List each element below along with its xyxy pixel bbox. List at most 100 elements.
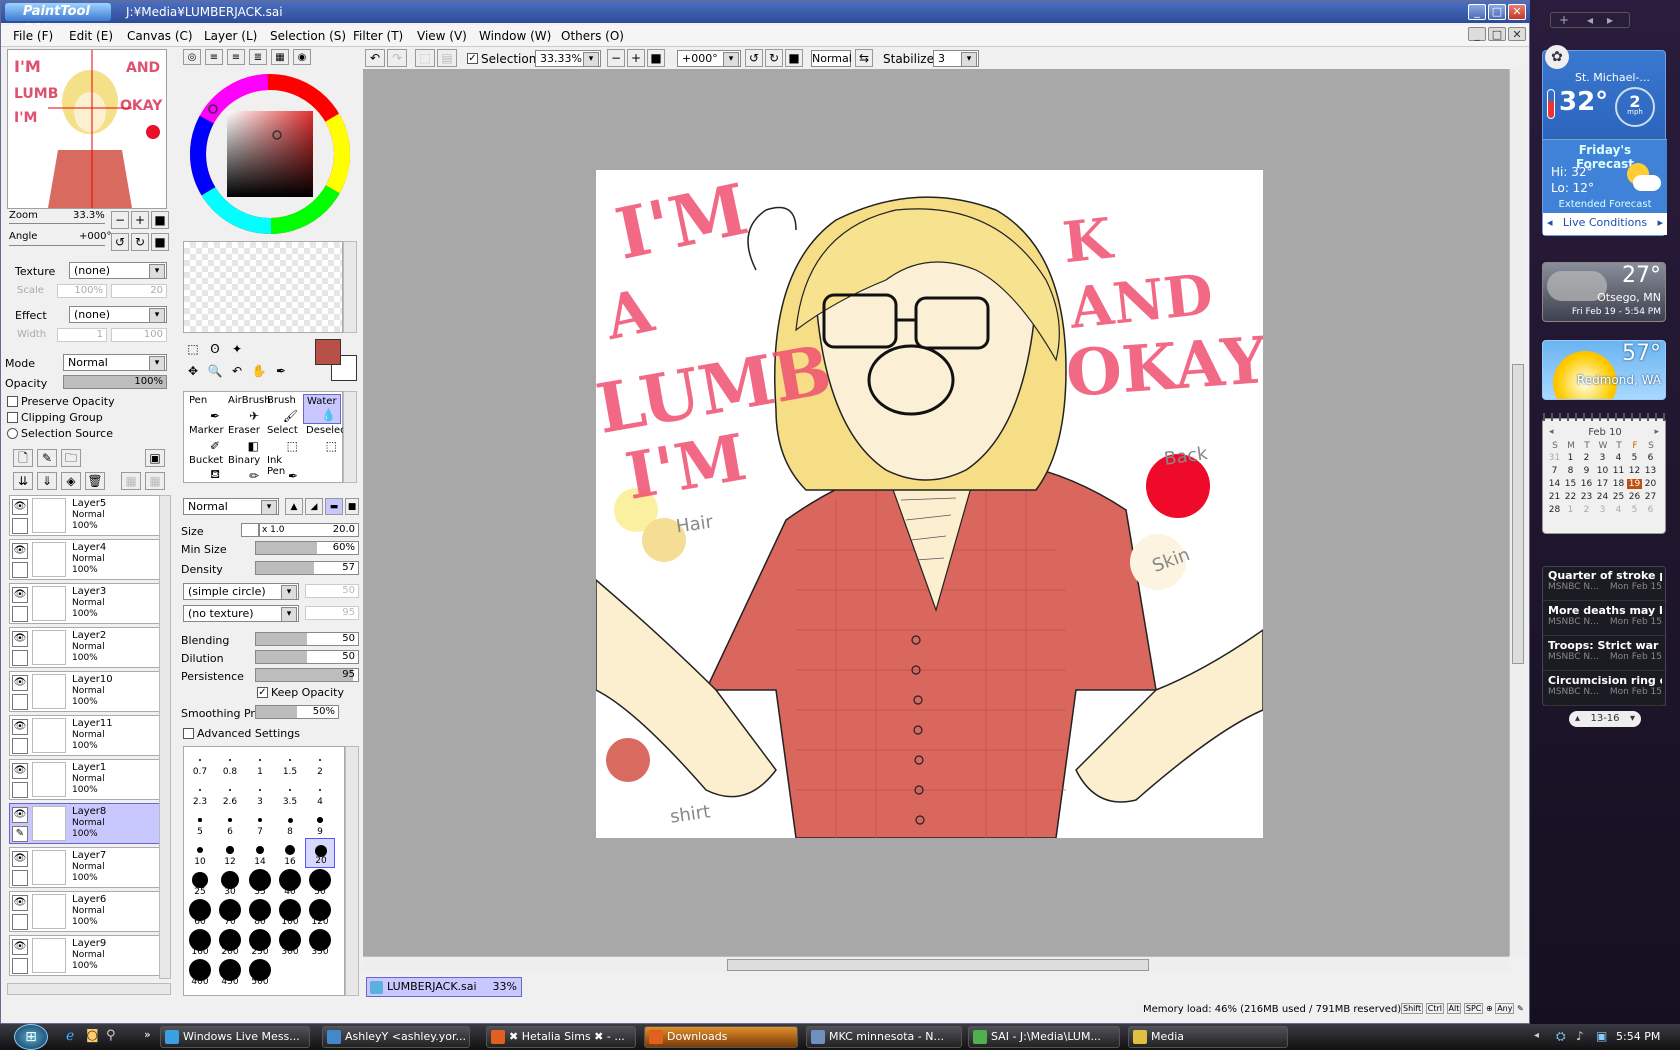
cal-next-icon[interactable]: ▸	[1654, 427, 1659, 437]
add-gadget-icon[interactable]: +	[1559, 13, 1569, 27]
cal-day[interactable]: 4	[1611, 505, 1626, 515]
cal-day[interactable]: 17	[1595, 479, 1610, 489]
cal-day[interactable]: 25	[1611, 492, 1626, 502]
tool-eraser[interactable]: Eraser ◧	[225, 424, 263, 454]
start-button[interactable]: ⊞	[14, 1024, 48, 1050]
scratchpad-scrollbar[interactable]	[343, 241, 357, 333]
layer-list-hscrollbar[interactable]	[7, 983, 171, 995]
brush-size-cell[interactable]: 2	[305, 748, 335, 778]
taskbar-item[interactable]: Media	[1128, 1026, 1288, 1048]
brush-shape-2[interactable]: ◢	[305, 498, 323, 515]
rotate-icon[interactable]: ↶	[227, 363, 247, 381]
news-item[interactable]: More deaths may be... MSNBC N... Mon Feb …	[1543, 602, 1667, 636]
brush-size-scrollbar[interactable]	[345, 746, 359, 996]
brush-size-cell[interactable]: 80	[245, 898, 275, 928]
taskbar-item[interactable]: Windows Live Mess...	[160, 1026, 310, 1048]
cal-day[interactable]: 11	[1611, 466, 1626, 476]
layer-lock-icon[interactable]	[12, 562, 28, 578]
eye-icon[interactable]: 👁	[12, 763, 28, 779]
scale-slider[interactable]: 100%	[57, 284, 107, 298]
layer-row[interactable]: 👁 Layer2 Normal 100%	[9, 627, 161, 668]
cal-day[interactable]: 31	[1547, 453, 1562, 463]
tool-bucket[interactable]: Bucket ⛾	[186, 454, 224, 484]
layer-lock-icon[interactable]	[12, 694, 28, 710]
layer-row[interactable]: 👁 Layer7 Normal 100%	[9, 847, 161, 888]
eye-icon[interactable]: 👁	[12, 543, 28, 559]
drawing-paper[interactable]: I'M A LUMB I'M K AND OKAY Hair Back Skin…	[596, 170, 1263, 838]
rgb-slider-tab[interactable]: ≡	[205, 49, 223, 65]
rotate-right-button[interactable]: ↻	[131, 233, 149, 251]
brush-size-cell[interactable]: 3.5	[275, 778, 305, 808]
canvas-vscrollbar[interactable]	[1509, 69, 1525, 956]
eye-icon[interactable]: 👁	[12, 807, 28, 823]
tool-grid-scrollbar[interactable]	[343, 391, 357, 483]
layer-row[interactable]: 👁 Layer6 Normal 100%	[9, 891, 161, 932]
layer-lock-icon[interactable]	[12, 650, 28, 666]
effect-dropdown[interactable]: (none)	[69, 306, 167, 323]
selection-checkbox[interactable]: ✓	[467, 53, 478, 64]
texture-dropdown[interactable]: (none)	[69, 262, 167, 279]
layer-row[interactable]: 👁 Layer4 Normal 100%	[9, 539, 161, 580]
cal-day[interactable]: 5	[1627, 453, 1642, 463]
maximize-button[interactable]: □	[1488, 4, 1506, 20]
cal-day[interactable]: 8	[1563, 466, 1578, 476]
new-folder-button[interactable]: 🗀	[61, 449, 81, 467]
persistence-slider[interactable]: 95	[255, 668, 359, 682]
transfer-down-button[interactable]: ⇊	[13, 472, 33, 490]
angle-slider[interactable]	[9, 245, 105, 246]
layer-row[interactable]: 👁 Layer5 Normal 100%	[9, 495, 161, 536]
tool-water[interactable]: Water 💧	[303, 394, 341, 424]
layer-mode-dropdown[interactable]: Normal	[63, 354, 167, 371]
eye-icon[interactable]: 👁	[12, 895, 28, 911]
deselect-button[interactable]: ⬚	[415, 49, 435, 67]
cal-day[interactable]: 4	[1611, 453, 1626, 463]
menu-edit[interactable]: Edit (E)	[69, 29, 113, 43]
ie-quicklaunch-icon[interactable]: ℯ	[66, 1028, 74, 1044]
rotate-reset-button[interactable]: ■	[151, 233, 169, 251]
brush-size-cell[interactable]: 60	[185, 898, 215, 928]
color-wheel[interactable]	[187, 71, 353, 237]
zoom-slider[interactable]	[9, 223, 105, 224]
brush-size-cell[interactable]: 200	[215, 928, 245, 958]
hscroll-thumb[interactable]	[727, 959, 1149, 971]
layer-row[interactable]: 👁 Layer10 Normal 100%	[9, 671, 161, 712]
brush-shape-4[interactable]: ■	[345, 498, 359, 515]
news-item[interactable]: Circumcision ring cut... MSNBC N... Mon F…	[1543, 672, 1667, 706]
brush-size-cell[interactable]: 400	[185, 958, 215, 988]
tool-select[interactable]: Select ⬚	[264, 424, 302, 454]
toolbar-rotate-reset[interactable]: ■	[785, 49, 803, 67]
eye-icon[interactable]: 👁	[12, 499, 28, 515]
document-tab[interactable]: LUMBERJACK.sai 33%	[366, 977, 522, 997]
move-icon[interactable]: ✥	[183, 363, 203, 381]
toolbar-zoom-out[interactable]: −	[607, 49, 625, 67]
hand-icon[interactable]: ✋	[249, 363, 269, 381]
brush-size-cell[interactable]: 120	[305, 898, 335, 928]
scale-number[interactable]: 20	[111, 284, 167, 298]
palette-tab[interactable]: ▦	[271, 49, 289, 65]
rotate-left-button[interactable]: ↺	[111, 233, 129, 251]
tray-network-icon[interactable]: ⛭	[1556, 1029, 1566, 1044]
eye-icon[interactable]: 👁	[12, 939, 28, 955]
new-layer-button[interactable]: 🗋	[13, 449, 33, 467]
redo-button[interactable]: ↷	[387, 49, 407, 67]
zoom-in-button[interactable]: +	[131, 211, 149, 229]
tool-airbrush[interactable]: AirBrush ✈	[225, 394, 271, 424]
tray-expand-icon[interactable]: ◂	[1534, 1030, 1539, 1041]
live-next-icon[interactable]: ▸	[1657, 213, 1663, 233]
eye-icon[interactable]: 👁	[12, 587, 28, 603]
layer-extra-button-2[interactable]: ▦	[145, 472, 165, 490]
cal-day[interactable]: 24	[1595, 492, 1610, 502]
new-linework-layer-button[interactable]: ✎	[37, 449, 57, 467]
next-gadget-icon[interactable]: ▸	[1607, 13, 1613, 27]
blending-slider[interactable]: 50	[255, 632, 359, 646]
brush-shape-dropdown[interactable]: (simple circle)	[183, 583, 299, 600]
tool-brush[interactable]: Brush 🖌	[264, 394, 302, 424]
minimize-button[interactable]: _	[1468, 4, 1486, 20]
tool-deselect[interactable]: Deselect ⬚	[303, 424, 350, 454]
swatches-tab[interactable]: ≣	[249, 49, 267, 65]
cal-day[interactable]: 26	[1627, 492, 1642, 502]
texture-strength[interactable]: 95	[305, 606, 359, 620]
keep-opacity-checkbox[interactable]: ✓	[257, 687, 268, 698]
weather-gadget-otsego[interactable]: 27° Otsego, MN Fri Feb 19 - 5:54 PM	[1542, 262, 1666, 322]
cal-day[interactable]: 21	[1547, 492, 1562, 502]
